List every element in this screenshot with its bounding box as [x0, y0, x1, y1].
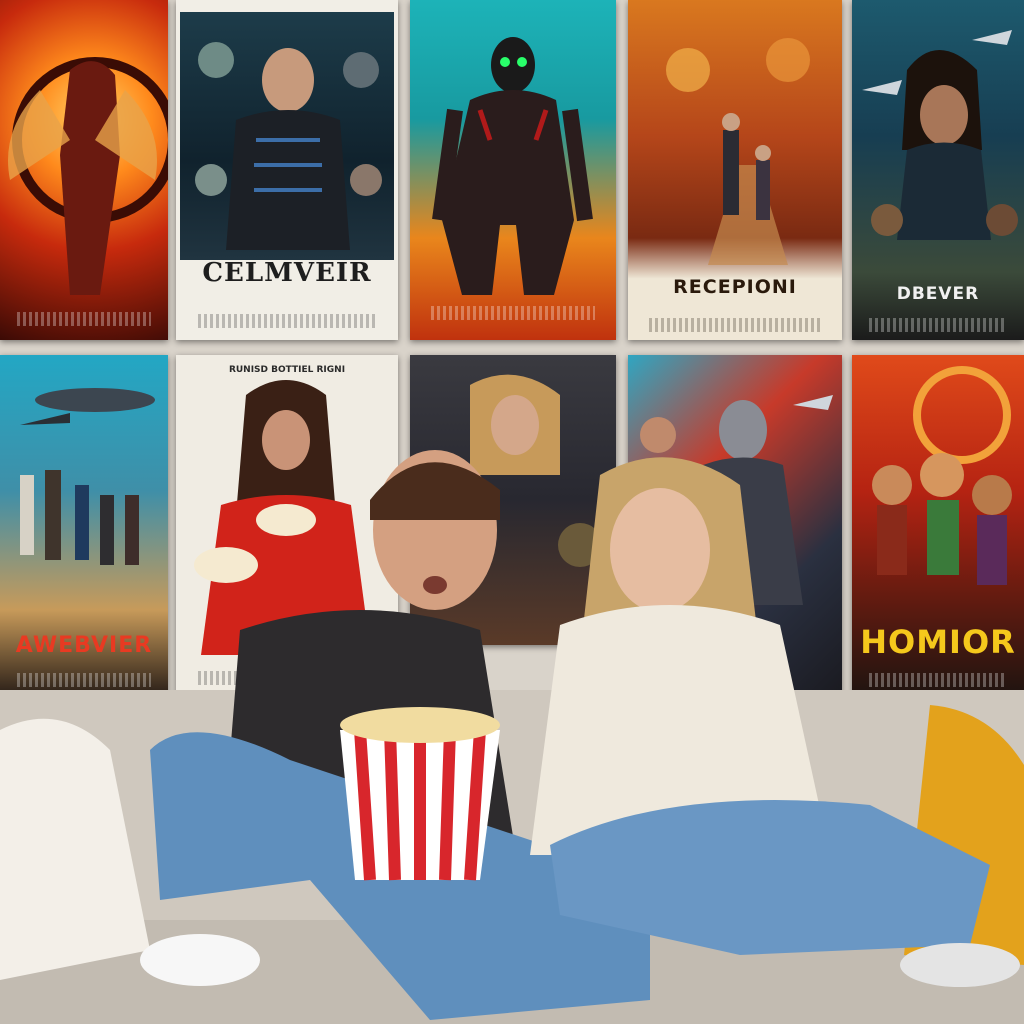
poster-top-2-title: CELMVEIR [202, 258, 372, 288]
popcorn-bucket [340, 707, 500, 881]
poster-top-4-title: RECEPIONI [673, 276, 797, 298]
poster-top-2: CELMVEIR [176, 0, 398, 340]
poster-top-5-title: DBEVER [896, 284, 980, 304]
mockingjay-figure-art [8, 57, 168, 295]
movie-night-scene: CELMVEIR RECEPIONI DBEVER AWEBVIER RUNIS… [0, 0, 1024, 1024]
poster-top-5: DBEVER [852, 0, 1024, 340]
poster-top-3 [410, 0, 616, 340]
superhero-art [195, 42, 382, 250]
poster-top-1 [0, 0, 168, 340]
robot-warrior-art [432, 37, 593, 295]
poster-top-4: RECEPIONI [628, 0, 842, 340]
woman-figure [530, 457, 1020, 987]
